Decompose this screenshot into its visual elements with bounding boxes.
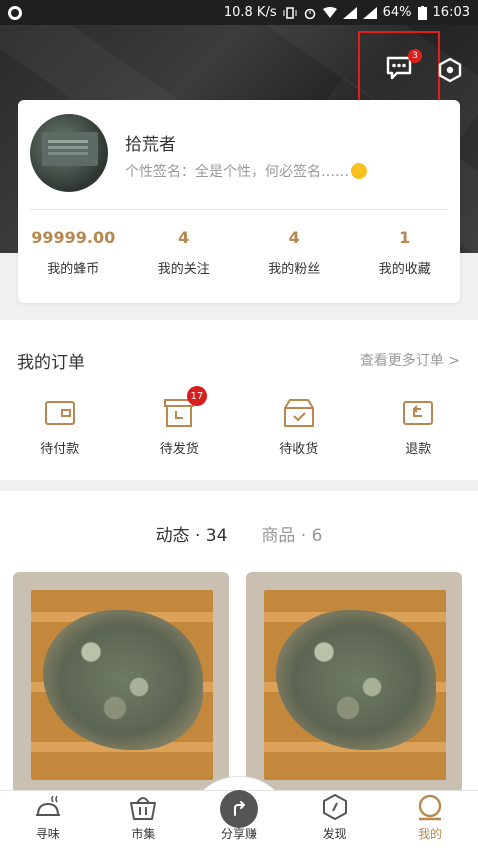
tab-xunwei[interactable]: 寻味 bbox=[0, 791, 96, 850]
profile-icon bbox=[418, 794, 442, 821]
stat-value: 4 bbox=[178, 228, 190, 247]
tab-label: 市集 bbox=[131, 827, 156, 841]
hexagon-icon bbox=[322, 794, 347, 820]
tab-label: 寻味 bbox=[35, 827, 60, 841]
stat-value: 99999.00 bbox=[31, 228, 116, 247]
order-label: 退款 bbox=[405, 442, 432, 457]
refund-icon bbox=[403, 401, 434, 425]
stat-label: 我的蜂币 bbox=[47, 262, 100, 277]
status-bar: 10.8 K/s 64% 16:03 bbox=[0, 0, 478, 25]
signal-icon bbox=[362, 6, 377, 19]
stat-coins[interactable]: 99999.00 我的蜂币 bbox=[18, 228, 129, 277]
order-pending-payment[interactable]: 待付款 bbox=[0, 398, 120, 457]
order-label: 待付款 bbox=[40, 442, 80, 457]
network-speed: 10.8 K/s bbox=[223, 5, 277, 20]
view-more-orders-link[interactable]: 查看更多订单 > bbox=[360, 350, 460, 370]
stat-label: 我的收藏 bbox=[378, 262, 431, 277]
order-status-list: 待付款 17 待发货 待收货 退款 bbox=[0, 386, 478, 457]
profile-card: 拾荒者 个性签名：全是个性，何必签名…… 99999.00 我的蜂币 4 我的关… bbox=[18, 100, 460, 303]
smirk-emoji-icon bbox=[351, 163, 367, 179]
dish-icon bbox=[35, 795, 60, 816]
clock: 16:03 bbox=[432, 5, 470, 20]
tab-label: 发现 bbox=[322, 827, 347, 841]
messages-button[interactable]: 3 bbox=[358, 31, 440, 104]
vibrate-icon bbox=[283, 6, 297, 19]
stat-label: 我的粉丝 bbox=[268, 262, 321, 277]
share-arrow-icon bbox=[234, 801, 245, 816]
signal-4g-icon bbox=[342, 6, 357, 19]
stat-following[interactable]: 4 我的关注 bbox=[129, 228, 240, 277]
share-earn-button[interactable] bbox=[220, 790, 258, 828]
post-thumbnail[interactable] bbox=[246, 572, 462, 790]
stat-value: 1 bbox=[399, 228, 411, 247]
post-thumbnail[interactable] bbox=[13, 572, 229, 790]
profile-stats: 99999.00 我的蜂币 4 我的关注 4 我的粉丝 1 我的收藏 bbox=[18, 228, 460, 277]
order-pending-receipt[interactable]: 待收货 bbox=[239, 398, 359, 457]
settings-hexagon-icon[interactable] bbox=[436, 56, 464, 84]
tab-market[interactable]: 市集 bbox=[96, 791, 192, 850]
tab-products[interactable]: 商品 · 6 bbox=[261, 521, 322, 546]
notification-ring-icon bbox=[8, 5, 22, 20]
order-label: 待发货 bbox=[159, 442, 199, 457]
battery-icon bbox=[417, 5, 427, 20]
tab-mine[interactable]: 我的 bbox=[382, 791, 478, 850]
order-label: 待收货 bbox=[279, 442, 319, 457]
tab-discover[interactable]: 发现 bbox=[287, 791, 383, 850]
package-check-icon bbox=[283, 399, 314, 427]
tab-label: 我的 bbox=[418, 827, 443, 841]
shipment-count-badge: 17 bbox=[186, 386, 208, 406]
stat-favorites[interactable]: 1 我的收藏 bbox=[350, 228, 461, 277]
stat-followers[interactable]: 4 我的粉丝 bbox=[239, 228, 350, 277]
feed-section: 动态 · 34 商品 · 6 bbox=[0, 491, 478, 791]
orders-title: 我的订单 bbox=[17, 353, 85, 373]
order-refund[interactable]: 退款 bbox=[359, 398, 478, 457]
alarm-icon bbox=[304, 8, 315, 19]
divider bbox=[30, 209, 448, 210]
nickname[interactable]: 拾荒者 bbox=[125, 130, 176, 155]
avatar[interactable] bbox=[30, 114, 108, 192]
tab-posts[interactable]: 动态 · 34 bbox=[156, 521, 228, 546]
orders-section: 我的订单 查看更多订单 > 待付款 17 待发货 待收货 退款 bbox=[0, 320, 478, 480]
signature[interactable]: 个性签名：全是个性，何必签名…… bbox=[125, 161, 367, 181]
wallet-icon bbox=[44, 401, 75, 425]
signature-text: 个性签名：全是个性，何必签名…… bbox=[125, 164, 349, 180]
stat-value: 4 bbox=[288, 228, 300, 247]
stat-label: 我的关注 bbox=[157, 262, 210, 277]
wifi-icon bbox=[322, 6, 337, 18]
order-pending-shipment[interactable]: 17 待发货 bbox=[120, 386, 240, 457]
message-count-badge: 3 bbox=[408, 49, 422, 63]
basket-icon bbox=[130, 797, 157, 820]
feed-tabs: 动态 · 34 商品 · 6 bbox=[0, 521, 478, 546]
battery-percent: 64% bbox=[382, 5, 412, 20]
